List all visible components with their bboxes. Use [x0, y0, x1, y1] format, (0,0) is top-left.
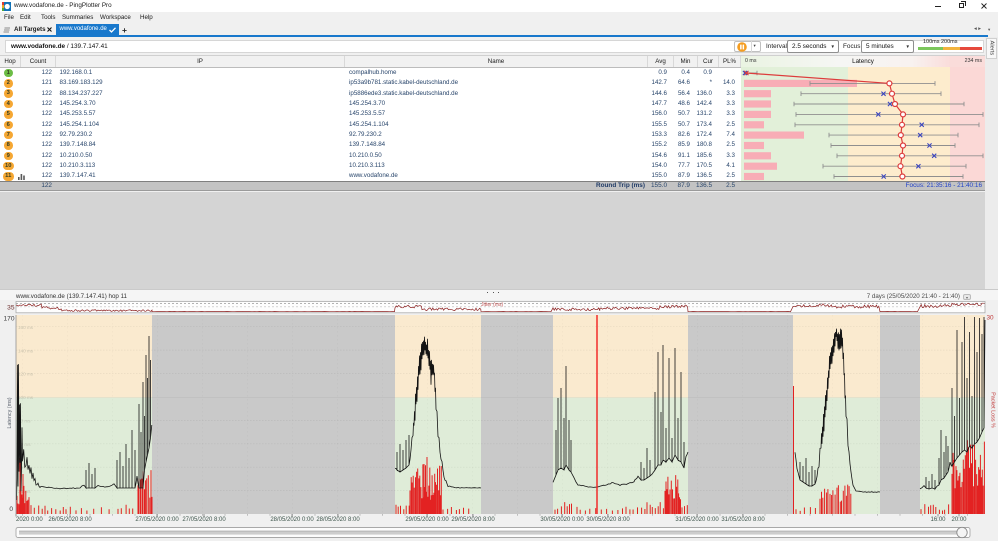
- svg-text:20:00: 20:00: [951, 517, 967, 523]
- svg-text:170: 170: [3, 316, 14, 323]
- svg-text:28/05/2020 8:00: 28/05/2020 8:00: [316, 517, 360, 523]
- svg-text:Packet Loss %: Packet Loss %: [990, 392, 996, 428]
- svg-text:27/05/2020 0:00: 27/05/2020 0:00: [135, 517, 179, 523]
- svg-text:28/05/2020 0:00: 28/05/2020 0:00: [270, 517, 314, 523]
- svg-text:35: 35: [7, 305, 15, 312]
- svg-text:30/05/2020 8:00: 30/05/2020 8:00: [586, 517, 630, 523]
- svg-text:100 ms: 100 ms: [18, 395, 34, 400]
- svg-text:16:00: 16:00: [930, 517, 946, 523]
- svg-text:160 ms: 160 ms: [18, 325, 34, 330]
- svg-text:0: 0: [9, 506, 13, 513]
- svg-text:31/05/2020 0:00: 31/05/2020 0:00: [675, 517, 719, 523]
- svg-text:29/05/2020 8:00: 29/05/2020 8:00: [451, 517, 495, 523]
- svg-text:2020 0:00: 2020 0:00: [16, 517, 43, 523]
- svg-text:Latency (ms): Latency (ms): [7, 397, 13, 428]
- svg-text:30/05/2020 0:00: 30/05/2020 0:00: [540, 517, 584, 523]
- svg-text:27/05/2020 8:00: 27/05/2020 8:00: [182, 517, 226, 523]
- svg-text:30: 30: [987, 315, 995, 322]
- svg-text:140 ms: 140 ms: [18, 348, 34, 353]
- svg-text:26/05/2020 8:00: 26/05/2020 8:00: [48, 517, 92, 523]
- svg-text:29/05/2020 0:00: 29/05/2020 0:00: [405, 517, 449, 523]
- svg-text:120 ms: 120 ms: [18, 372, 34, 377]
- svg-text:31/05/2020 8:00: 31/05/2020 8:00: [721, 517, 765, 523]
- svg-text:Jitter (ms): Jitter (ms): [481, 302, 504, 308]
